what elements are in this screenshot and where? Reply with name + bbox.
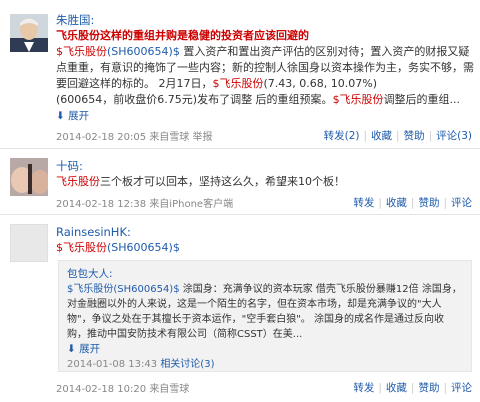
comment-button[interactable]: 评论(3) bbox=[436, 130, 472, 142]
favorite-button[interactable]: 收藏 bbox=[386, 197, 407, 209]
avatar[interactable] bbox=[10, 224, 48, 262]
post-source: 来自雪球 bbox=[149, 384, 190, 395]
avatar-photo-icon bbox=[10, 14, 48, 52]
post-actions: 转发 | 收藏 | 赞助 | 评论 bbox=[353, 382, 472, 394]
stock-link[interactable]: $飞乐股份 bbox=[333, 93, 384, 106]
stock-code[interactable]: (SH600654)$ bbox=[107, 45, 180, 58]
post-time[interactable]: 2014-02-18 12:38 bbox=[56, 199, 146, 210]
expand-icon: ⬇ bbox=[56, 110, 65, 122]
expand-button[interactable]: ⬇ 展开 bbox=[67, 342, 463, 357]
post-meta: 2014-02-18 12:38 来自iPhone客户端 bbox=[56, 195, 233, 210]
post-body: 飞乐股份三个板才可以回本，坚持这么久，希望来10个板！ bbox=[56, 174, 474, 190]
stock-code[interactable]: (SH600654)$ bbox=[107, 241, 180, 254]
body-text: 调整后的重组... bbox=[383, 93, 461, 106]
divider bbox=[0, 214, 480, 215]
post-author[interactable]: RainsesinHK: bbox=[56, 224, 474, 240]
post-author[interactable]: 朱胜国: bbox=[56, 12, 474, 28]
post-time[interactable]: 2014-02-18 20:05 bbox=[56, 132, 146, 143]
repost-button[interactable]: 转发 bbox=[353, 382, 374, 394]
quote-time[interactable]: 2014-01-08 13:43 bbox=[67, 359, 157, 370]
stock-link[interactable]: $飞乐股份 bbox=[56, 241, 107, 254]
expand-button[interactable]: ⬇ 展开 bbox=[56, 108, 474, 124]
tip-button[interactable]: 赞助 bbox=[404, 130, 425, 142]
avatar-photo-icon bbox=[10, 158, 48, 196]
quote-data: (7.43, 0.68, 10.07%) bbox=[263, 77, 378, 90]
comment-button[interactable]: 评论 bbox=[451, 197, 472, 209]
comment-button[interactable]: 评论 bbox=[451, 382, 472, 394]
quoted-post: 包包大人: $飞乐股份(SH600654)$ 涂国身：充满争议的资本玩家 借壳飞… bbox=[58, 260, 472, 372]
post-source: 来自雪球 bbox=[149, 132, 190, 143]
post-actions: 转发 | 收藏 | 赞助 | 评论 bbox=[353, 197, 472, 209]
divider bbox=[0, 148, 480, 149]
expand-icon: ⬇ bbox=[67, 343, 76, 355]
stock-link[interactable]: 飞乐股份 bbox=[56, 175, 100, 188]
quote-meta: 2014-01-08 13:43 相关讨论(3) bbox=[67, 357, 463, 372]
avatar[interactable] bbox=[10, 158, 48, 196]
quote-author[interactable]: 包包大人: bbox=[67, 267, 463, 282]
stock-link[interactable]: $飞乐股份(SH600654)$ bbox=[67, 284, 180, 295]
post-meta: 2014-02-18 10:20 来自雪球 bbox=[56, 380, 189, 395]
post-source: 来自iPhone客户端 bbox=[149, 199, 234, 210]
related-discussion-link[interactable]: 相关讨论(3) bbox=[160, 359, 214, 370]
post-meta: 2014-02-18 20:05 来自雪球 举报 bbox=[56, 128, 213, 143]
body-text: 三个板才可以回本，坚持这么久，希望来10个板！ bbox=[100, 175, 345, 188]
post-time[interactable]: 2014-02-18 10:20 bbox=[56, 384, 146, 395]
post-title[interactable]: 飞乐股份这样的重组并购是稳健的投资者应该回避的 bbox=[56, 28, 474, 44]
stock-link[interactable]: $飞乐股份 bbox=[56, 45, 107, 58]
post-actions: 转发(2) | 收藏 | 赞助 | 评论(3) bbox=[323, 130, 472, 142]
post-author[interactable]: 十码: bbox=[56, 158, 474, 174]
favorite-button[interactable]: 收藏 bbox=[371, 130, 392, 142]
avatar[interactable] bbox=[10, 14, 48, 52]
tip-button[interactable]: 赞助 bbox=[418, 382, 439, 394]
tip-button[interactable]: 赞助 bbox=[418, 197, 439, 209]
default-avatar-icon bbox=[10, 224, 48, 262]
favorite-button[interactable]: 收藏 bbox=[386, 382, 407, 394]
body-text: (600654，前收盘价6.75元)发布了调整 后的重组预案。 bbox=[56, 93, 333, 106]
stock-link[interactable]: $飞乐股份 bbox=[213, 77, 264, 90]
post-body: $飞乐股份(SH600654)$ 置入资产和置出资产评估的区别对待；置入资产的财… bbox=[56, 44, 474, 108]
post-body: $飞乐股份(SH600654)$ bbox=[56, 240, 474, 256]
report-link[interactable]: 举报 bbox=[193, 132, 213, 143]
repost-button[interactable]: 转发(2) bbox=[324, 130, 360, 142]
repost-button[interactable]: 转发 bbox=[353, 197, 374, 209]
quote-body: $飞乐股份(SH600654)$ 涂国身：充满争议的资本玩家 借壳飞乐股份暴赚1… bbox=[67, 282, 463, 342]
